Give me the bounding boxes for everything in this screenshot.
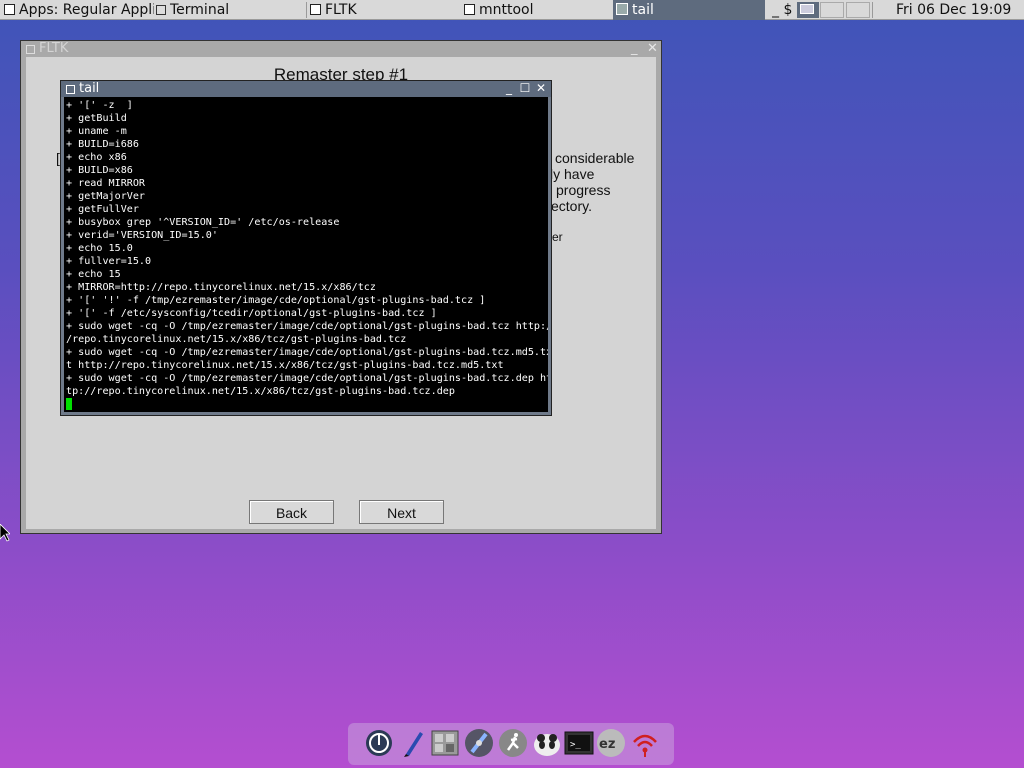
separator [872, 2, 873, 18]
clock: Fri 06 Dec 19:09 [896, 0, 1024, 20]
apps-menu[interactable]: Apps: Regular Applic [4, 0, 154, 20]
terminal-line: + busybox grep '^VERSION_ID=' /etc/os-re… [66, 217, 340, 228]
apps-grid-icon[interactable] [430, 728, 460, 758]
text-fragment: ly have [550, 166, 595, 182]
task-fltk-label: FLTK [325, 2, 357, 18]
fltk-task-icon [310, 4, 321, 15]
apps-menu-icon [4, 4, 15, 15]
terminal-line: + read MIRROR [66, 178, 146, 189]
terminal-line: + BUILD=x86 [66, 165, 133, 176]
terminal-cursor-line [66, 398, 548, 412]
window-menu-icon[interactable] [26, 45, 35, 54]
wifi-icon[interactable] [630, 728, 660, 758]
back-button[interactable]: Back [249, 500, 334, 524]
minimize-icon[interactable]: _ [631, 41, 638, 57]
runner-icon[interactable] [498, 728, 528, 758]
terminal-line: + '[' '!' -f /tmp/ezremaster/image/cde/o… [66, 295, 486, 306]
pager-desktop-3[interactable] [846, 2, 870, 18]
terminal-line: + verid='VERSION_ID=15.0' [66, 230, 218, 241]
task-terminal[interactable]: Terminal [156, 0, 306, 20]
terminal-line: + echo 15 [66, 269, 121, 280]
terminal-line: + '[' -z ] [66, 100, 133, 111]
task-terminal-label: Terminal [170, 2, 230, 18]
text-fragment: ectory. [551, 198, 592, 214]
text-fragment: progress [556, 182, 611, 198]
terminal-task-icon [156, 5, 166, 15]
terminal-line: /repo.tinycorelinux.net/15.x/x86/tcz/gst… [66, 334, 407, 345]
svg-text:ez: ez [599, 737, 615, 752]
next-button[interactable]: Next [359, 500, 444, 524]
terminal-cursor [66, 398, 72, 410]
task-tail[interactable]: tail [613, 0, 765, 20]
disk-icon[interactable] [464, 728, 494, 758]
pager-desktop-2[interactable] [820, 2, 844, 18]
terminal-line: + MIRROR=http://repo.tinycorelinux.net/1… [66, 282, 376, 293]
task-mnttool-label: mnttool [479, 2, 534, 18]
minimize-icon[interactable]: _ [503, 82, 515, 94]
terminal-line: + echo 15.0 [66, 243, 133, 254]
terminal-line: t http://repo.tinycorelinux.net/15.x/x86… [66, 360, 504, 371]
mnttool-task-icon [464, 4, 475, 15]
power-icon[interactable] [364, 728, 394, 758]
mouse-pointer-icon [0, 524, 10, 542]
task-mnttool[interactable]: mnttool [464, 0, 612, 20]
pen-icon[interactable] [398, 728, 428, 758]
fltk-titlebar[interactable]: FLTK _ ✕ [21, 41, 661, 57]
close-icon[interactable]: ✕ [535, 82, 547, 94]
terminal-line: + getBuild [66, 113, 127, 124]
terminal-line: + getFullVer [66, 204, 139, 215]
terminal-line: tp://repo.tinycorelinux.net/15.x/x86/tcz… [66, 386, 455, 397]
text-fragment: er [552, 230, 563, 244]
terminal-icon[interactable]: >_ [564, 728, 594, 758]
terminal-line: + uname -m [66, 126, 127, 137]
terminal-line: + getMajorVer [66, 191, 146, 202]
terminal-line: + '[' -f /etc/sysconfig/tcedir/optional/… [66, 308, 437, 319]
prompt-indicator-text: _ $ [772, 2, 793, 18]
text-fragment: considerable [555, 150, 635, 166]
taskbar: Apps: Regular Applic Terminal FLTK mntto… [0, 0, 1024, 20]
tail-window: tail _ ☐ ✕ + '[' -z ] + getBuild + uname -… [60, 80, 552, 416]
ez-icon[interactable]: ez [596, 728, 626, 758]
task-tail-label: tail [632, 2, 654, 18]
fltk-title-label: FLTK [39, 41, 69, 56]
prompt-indicator: _ $ [772, 0, 796, 20]
terminal-line: + fullver=15.0 [66, 256, 152, 267]
dock: >_ ez [348, 723, 674, 765]
task-fltk[interactable]: FLTK [310, 0, 460, 20]
clock-text: Fri 06 Dec 19:09 [896, 2, 1012, 18]
desktop-thumb-icon [800, 4, 814, 14]
svg-text:>_: >_ [570, 740, 581, 750]
terminal-line: + echo x86 [66, 152, 127, 163]
tail-titlebar[interactable]: tail _ ☐ ✕ [61, 81, 551, 97]
terminal-line: + BUILD=i686 [66, 139, 139, 150]
window-menu-icon[interactable] [66, 85, 75, 94]
panda-icon[interactable] [532, 728, 562, 758]
maximize-icon[interactable]: ☐ [519, 82, 531, 94]
tail-task-icon [616, 3, 628, 15]
terminal-output[interactable]: + '[' -z ] + getBuild + uname -m + BUILD=i6… [64, 97, 548, 412]
terminal-line: + sudo wget -cq -O /tmp/ezremaster/image… [66, 347, 548, 358]
separator [306, 2, 307, 18]
pager-desktop-1[interactable] [797, 2, 819, 18]
tail-title-label: tail [79, 81, 100, 96]
apps-menu-label: Apps: Regular Applic [19, 2, 154, 18]
close-icon[interactable]: ✕ [647, 41, 658, 57]
terminal-line: + sudo wget -cq -O /tmp/ezremaster/image… [66, 373, 548, 384]
terminal-line: + sudo wget -cq -O /tmp/ezremaster/image… [66, 321, 548, 332]
